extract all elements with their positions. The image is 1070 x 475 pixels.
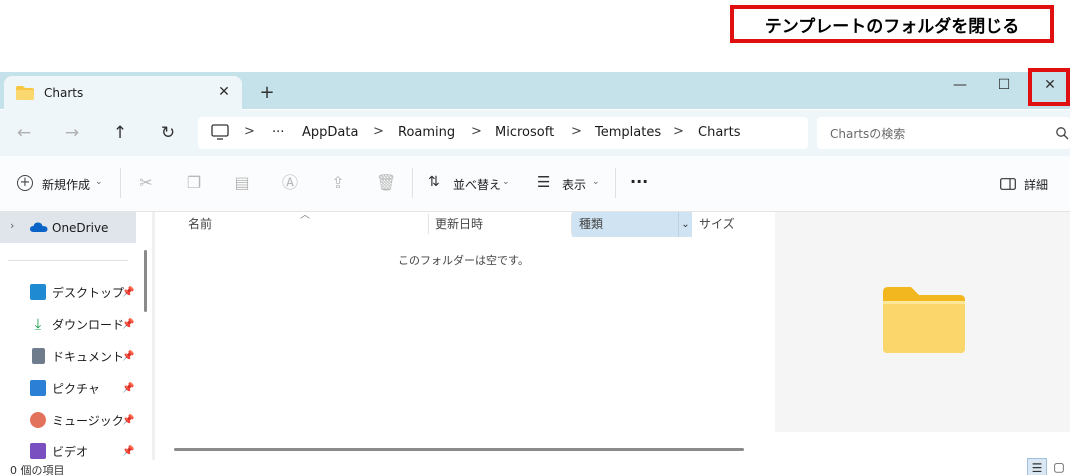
column-separator[interactable] xyxy=(571,214,572,234)
details-button[interactable]: 詳細 xyxy=(1024,176,1048,193)
breadcrumb-separator: > xyxy=(244,124,255,139)
breadcrumb-templates[interactable]: Templates xyxy=(595,125,661,140)
onedrive-icon xyxy=(30,222,48,232)
pin-icon: 📌 xyxy=(122,319,135,330)
file-list xyxy=(155,212,772,460)
command-bar xyxy=(0,156,1070,212)
new-plus-icon: + xyxy=(17,175,33,191)
chevron-right-icon[interactable]: › xyxy=(10,219,14,232)
nav-label: ドキュメント xyxy=(52,349,125,364)
nav-label: ミュージック xyxy=(52,413,124,428)
minimize-button[interactable]: — xyxy=(938,72,982,100)
document-icon xyxy=(32,348,45,364)
nav-label: デスクトップ xyxy=(52,285,125,300)
refresh-button[interactable]: ↻ xyxy=(154,120,182,146)
view-icon: ☰ xyxy=(537,173,551,191)
copy-icon[interactable]: ❐ xyxy=(184,172,204,194)
delete-icon[interactable]: 🗑 xyxy=(376,172,396,194)
column-header-size[interactable]: サイズ xyxy=(693,212,773,237)
pin-icon: 📌 xyxy=(122,287,135,298)
close-highlight-box xyxy=(1028,68,1070,106)
breadcrumb-separator: > xyxy=(571,124,582,139)
breadcrumb-charts[interactable]: Charts xyxy=(698,125,741,140)
music-icon xyxy=(30,412,46,428)
back-button[interactable]: ← xyxy=(10,120,38,146)
breadcrumb-separator: > xyxy=(673,124,684,139)
sort-icon: ⇅ xyxy=(428,174,440,190)
large-folder-icon xyxy=(883,287,965,353)
up-button[interactable]: ↑ xyxy=(106,120,134,146)
share-icon[interactable]: ⇪ xyxy=(328,172,348,194)
details-view-icon[interactable]: ☰ xyxy=(1027,458,1047,475)
breadcrumb-appdata[interactable]: AppData xyxy=(302,125,358,140)
breadcrumb-microsoft[interactable]: Microsoft xyxy=(495,125,554,140)
column-header-date[interactable]: 更新日時 xyxy=(429,212,571,237)
chevron-down-icon: ⌄ xyxy=(502,177,510,187)
new-button[interactable]: 新規作成 xyxy=(42,176,90,193)
annotation-label: テンプレートのフォルダを閉じる xyxy=(764,16,1020,37)
nav-label: ピクチャ xyxy=(52,381,100,396)
pin-icon: 📌 xyxy=(122,415,135,426)
divider xyxy=(615,168,616,198)
download-icon: ⤓ xyxy=(34,315,42,333)
nav-label: ビデオ xyxy=(52,444,89,459)
new-tab-button[interactable]: + xyxy=(258,82,276,104)
tab-charts[interactable]: Charts ✕ xyxy=(4,76,242,110)
computer-icon xyxy=(211,124,229,140)
view-button[interactable]: 表示 xyxy=(562,176,586,193)
search-input[interactable]: Chartsの検索 xyxy=(830,125,905,142)
column-dropdown-icon[interactable]: ⌄ xyxy=(678,212,692,237)
horizontal-scrollbar[interactable] xyxy=(174,448,744,451)
tab-label: Charts xyxy=(44,86,84,100)
nav-scrollbar[interactable] xyxy=(144,250,147,312)
chevron-down-icon: ⌄ xyxy=(592,177,600,187)
breadcrumb-overflow[interactable]: ··· xyxy=(272,125,284,140)
search-icon[interactable] xyxy=(1055,126,1069,140)
video-icon xyxy=(30,443,46,459)
paste-icon[interactable]: ▤ xyxy=(232,172,252,194)
tab-close-icon[interactable]: ✕ xyxy=(216,82,232,102)
item-count-status: 0 個の項目 xyxy=(10,464,65,475)
pin-icon: 📌 xyxy=(122,383,135,394)
pin-icon: 📌 xyxy=(122,446,135,457)
cut-icon[interactable]: ✂ xyxy=(136,172,156,194)
column-header-name[interactable]: 名前 xyxy=(182,212,428,237)
rename-icon[interactable]: Ⓐ xyxy=(280,172,300,194)
forward-button[interactable]: → xyxy=(58,120,86,146)
nav-label: ダウンロード xyxy=(52,317,125,332)
column-header-type[interactable]: 種類 xyxy=(573,212,677,237)
details-pane-icon xyxy=(1000,178,1016,190)
divider xyxy=(412,168,413,198)
more-options-button[interactable]: ··· xyxy=(630,172,648,191)
chevron-down-icon: ⌄ xyxy=(95,177,103,187)
empty-folder-message: このフォルダーは空です。 xyxy=(398,254,529,267)
sort-button[interactable]: 並べ替え xyxy=(453,176,501,193)
nav-label-onedrive: OneDrive xyxy=(52,221,109,235)
annotation-callout: テンプレートのフォルダを閉じる xyxy=(730,5,1054,43)
maximize-button[interactable]: ☐ xyxy=(982,72,1026,100)
breadcrumb-roaming[interactable]: Roaming xyxy=(398,125,455,140)
folder-icon xyxy=(16,86,34,100)
breadcrumb-separator: > xyxy=(471,124,482,139)
desktop-icon xyxy=(30,284,46,300)
large-icons-view-icon[interactable]: ▢ xyxy=(1049,458,1069,475)
picture-icon xyxy=(30,380,46,396)
breadcrumb-separator: > xyxy=(373,124,384,139)
divider xyxy=(120,168,121,198)
pin-icon: 📌 xyxy=(122,351,135,362)
nav-divider xyxy=(8,260,128,261)
